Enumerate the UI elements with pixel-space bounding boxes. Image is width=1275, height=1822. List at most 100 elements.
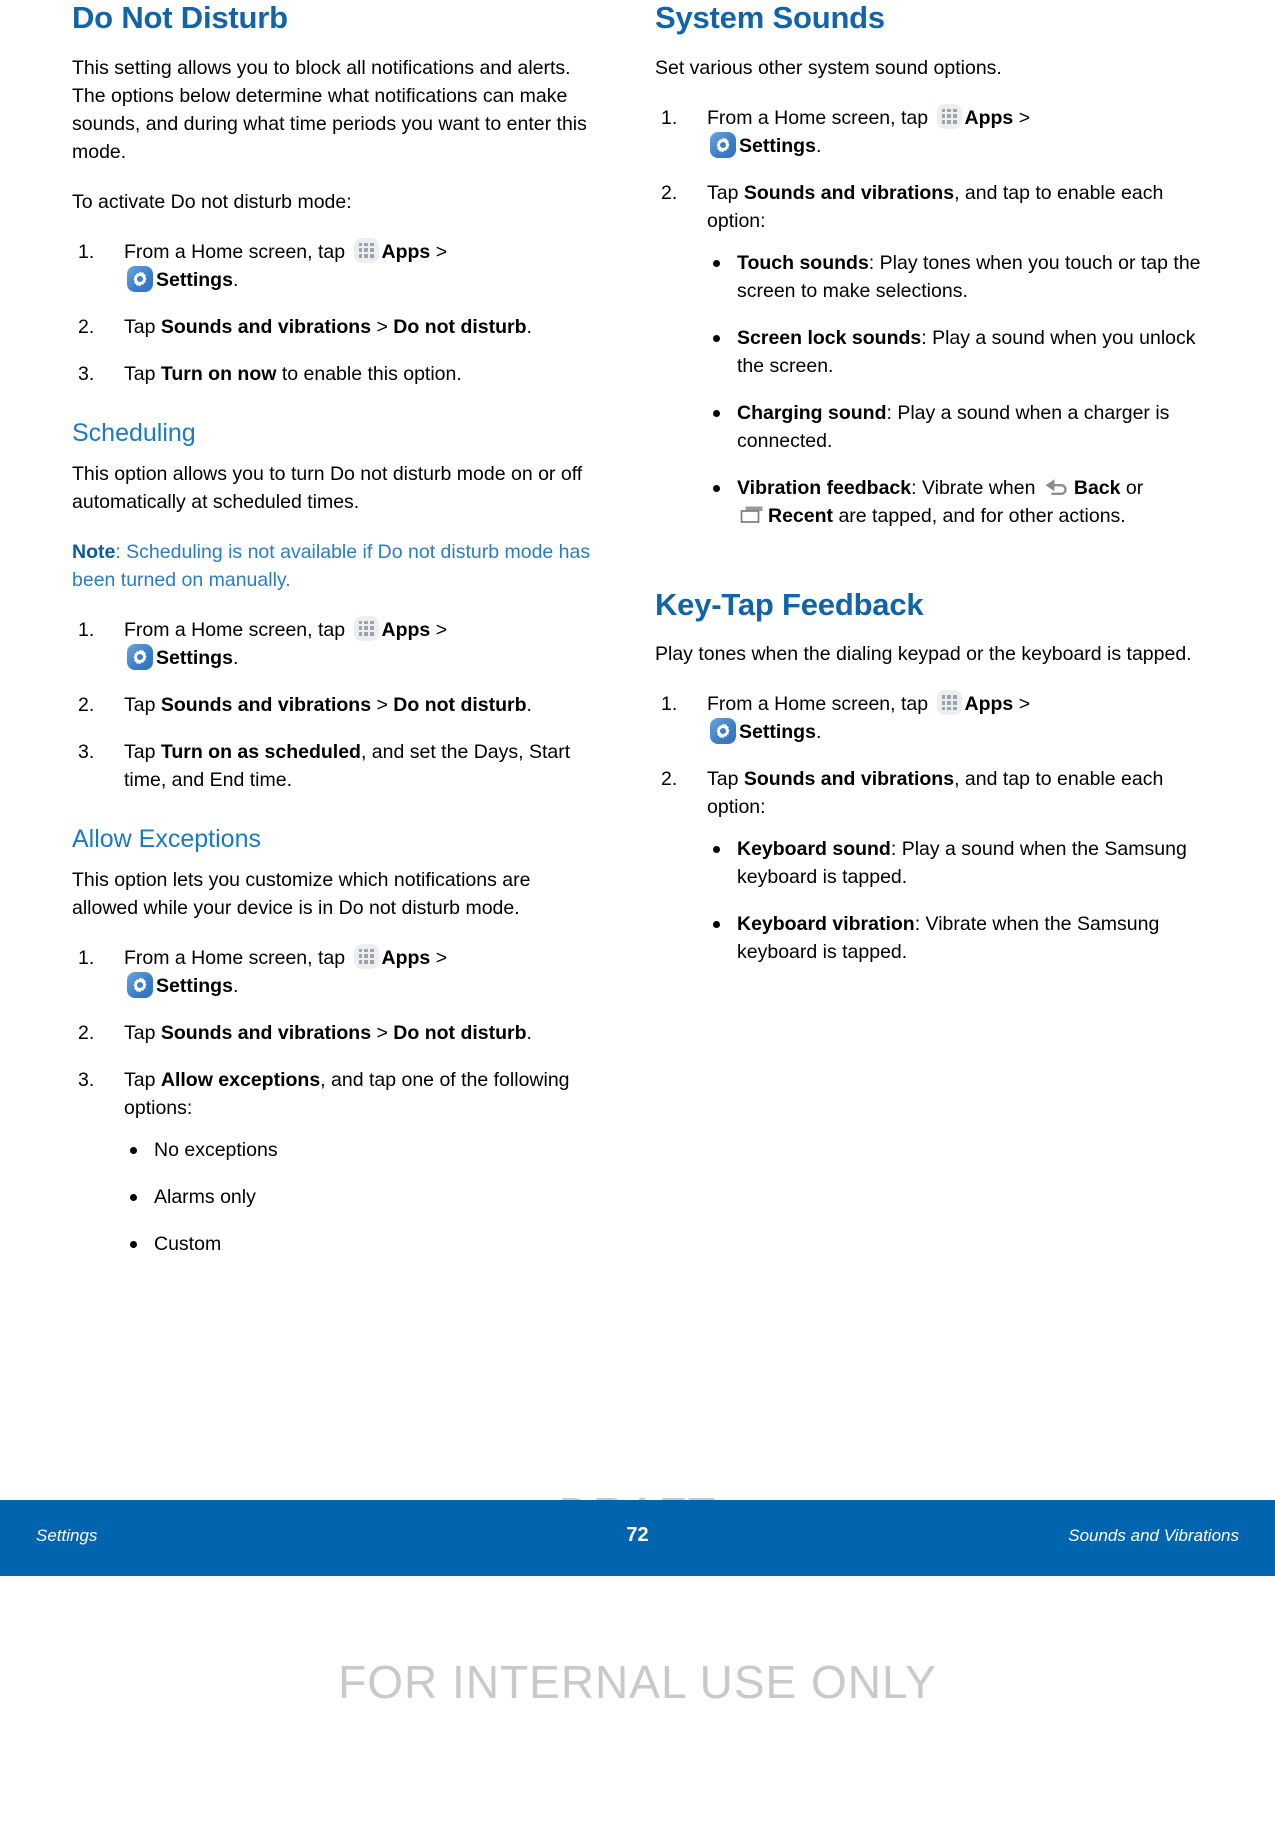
step-number: 2.	[661, 768, 678, 791]
step-text-end: .	[232, 646, 239, 669]
page-footer: Settings 72 Sounds and Vibrations	[0, 1500, 1275, 1576]
allow-exceptions-steps-list: 1. From a Home screen, tap Apps > Setting…	[72, 943, 600, 1258]
list-item: Touch sounds: Play tones when you touch …	[707, 249, 1215, 305]
step-text: From a Home screen, tap	[124, 618, 346, 641]
option-term: Screen lock sounds	[737, 326, 922, 349]
list-item: No exceptions	[124, 1136, 600, 1164]
footer-inner: Settings 72 Sounds and Vibrations	[0, 1524, 1275, 1552]
step-text: Tap	[124, 693, 156, 716]
chevron-right-text: >	[1018, 106, 1031, 129]
allow-exceptions-options-list: No exceptions Alarms only Custom	[124, 1136, 600, 1258]
watermark-line-2: FOR INTERNAL USE ONLY	[338, 1656, 937, 1708]
step-text-end: .	[526, 693, 532, 716]
key-tap-feedback-heading: Key-Tap Feedback	[655, 586, 924, 622]
list-item: Screen lock sounds: Play a sound when yo…	[707, 324, 1215, 380]
step-number: 2.	[661, 181, 678, 204]
chevron-right-text: >	[435, 240, 448, 263]
apps-grid-icon	[353, 615, 379, 641]
two-column-layout: Do Not Disturb This setting allows you t…	[0, 0, 1275, 1277]
step-number: 2.	[78, 315, 95, 338]
menu-path-1: Sounds and vibrations	[160, 693, 372, 716]
step-text-end: .	[526, 1021, 532, 1044]
chevron-right-text: >	[435, 618, 448, 641]
scheduling-steps-list: 1. From a Home screen, tap Apps > Setting…	[72, 615, 600, 794]
list-item: 1. From a Home screen, tap Apps > Setting…	[655, 103, 1215, 160]
footer-chapter-label: Sounds and Vibrations	[1068, 1526, 1239, 1545]
option-term: Keyboard sound	[737, 838, 891, 861]
list-item: 3. Tap Turn on now to enable this option.	[72, 360, 600, 388]
list-item: 2. Tap Sounds and vibrations > Do not dis…	[72, 313, 600, 341]
option-term: Charging sound	[737, 401, 887, 424]
step-text: From a Home screen, tap	[707, 106, 929, 129]
step-number: 2.	[78, 1021, 95, 1044]
list-item: Keyboard sound: Play a sound when the Sa…	[707, 835, 1215, 891]
step-text-end: .	[232, 268, 239, 291]
page-title: Do Not Disturb	[72, 0, 288, 35]
apps-label: Apps	[964, 693, 1014, 716]
step-number: 1.	[661, 693, 678, 716]
settings-gear-icon	[127, 643, 153, 670]
activate-steps-list: 1. From a Home screen, tap Apps > Setting…	[72, 237, 600, 388]
system-sounds-options-list: Touch sounds: Play tones when you touch …	[707, 249, 1215, 530]
menu-path-2: Do not disturb	[393, 315, 527, 338]
settings-label: Settings	[156, 974, 233, 997]
apps-label: Apps	[964, 106, 1014, 129]
left-column: Do Not Disturb This setting allows you t…	[72, 0, 600, 1277]
list-item: 3. Tap Turn on as scheduled, and set the …	[72, 738, 600, 794]
system-sounds-heading: System Sounds	[655, 0, 885, 35]
step-number: 1.	[661, 106, 678, 129]
intro-paragraph: This setting allows you to block all not…	[72, 56, 587, 163]
draft-watermark: DRAFT FOR INTERNAL USE ONLY	[0, 1374, 1275, 1822]
list-item: 1. From a Home screen, tap Apps > Setting…	[72, 237, 600, 294]
apps-label: Apps	[381, 240, 431, 263]
menu-path-1: Sounds and vibrations	[743, 181, 955, 204]
step-text: From a Home screen, tap	[124, 946, 346, 969]
list-item: 2. Tap Sounds and vibrations > Do not dis…	[72, 691, 600, 719]
step-text: Tap	[124, 1068, 156, 1091]
settings-gear-icon	[127, 265, 153, 292]
apps-label: Apps	[381, 618, 431, 641]
key-tap-feedback-steps-list: 1. From a Home screen, tap Apps > Setting…	[655, 690, 1215, 966]
scheduling-body: This option allows you to turn Do not di…	[72, 462, 583, 513]
apps-grid-icon	[936, 103, 962, 129]
list-item: Charging sound: Play a sound when a char…	[707, 399, 1215, 455]
option-name: Allow exceptions	[160, 1068, 321, 1091]
step-text-end: .	[526, 315, 532, 338]
key-tap-feedback-options-list: Keyboard sound: Play a sound when the Sa…	[707, 835, 1215, 966]
step-text: Tap	[124, 315, 156, 338]
option-desc-part1: : Vibrate when	[911, 476, 1036, 499]
step-text-end: to enable this option.	[281, 362, 462, 385]
allow-exceptions-heading: Allow Exceptions	[72, 824, 261, 853]
settings-gear-icon	[710, 718, 736, 745]
step-text: Tap	[707, 181, 739, 204]
allow-exceptions-body: This option lets you customize which not…	[72, 868, 531, 919]
recent-label: Recent	[768, 504, 834, 527]
menu-path-1: Sounds and vibrations	[743, 768, 955, 791]
list-item: Custom	[124, 1230, 600, 1258]
apps-grid-icon	[353, 943, 379, 969]
settings-gear-icon	[710, 131, 736, 158]
scheduling-heading: Scheduling	[72, 418, 196, 447]
list-item: 2. Tap Sounds and vibrations > Do not dis…	[72, 1019, 600, 1047]
system-sounds-steps-list: 1. From a Home screen, tap Apps > Setting…	[655, 103, 1215, 530]
chevron-right-text: >	[376, 1021, 388, 1044]
chevron-right-text: >	[376, 315, 388, 338]
chevron-right-text: >	[435, 946, 448, 969]
option-term: Keyboard vibration	[737, 913, 915, 936]
scheduling-note: Note: Scheduling is not available if Do …	[72, 538, 600, 594]
apps-grid-icon	[936, 690, 962, 716]
step-number: 3.	[78, 362, 95, 385]
list-item: 1. From a Home screen, tap Apps > Setting…	[72, 615, 600, 672]
list-item: Keyboard vibration: Vibrate when the Sam…	[707, 910, 1215, 966]
conjunction-or: or	[1125, 476, 1144, 499]
step-number: 1.	[78, 240, 95, 263]
step-number: 1.	[78, 946, 95, 969]
menu-path-1: Sounds and vibrations	[160, 315, 372, 338]
list-item: 1. From a Home screen, tap Apps > Setting…	[72, 943, 600, 1000]
back-arrow-icon	[1045, 478, 1067, 495]
step-number: 1.	[78, 618, 95, 641]
recent-apps-icon	[740, 506, 763, 523]
system-sounds-body: Set various other system sound options.	[655, 56, 1002, 79]
settings-label: Settings	[739, 721, 816, 744]
